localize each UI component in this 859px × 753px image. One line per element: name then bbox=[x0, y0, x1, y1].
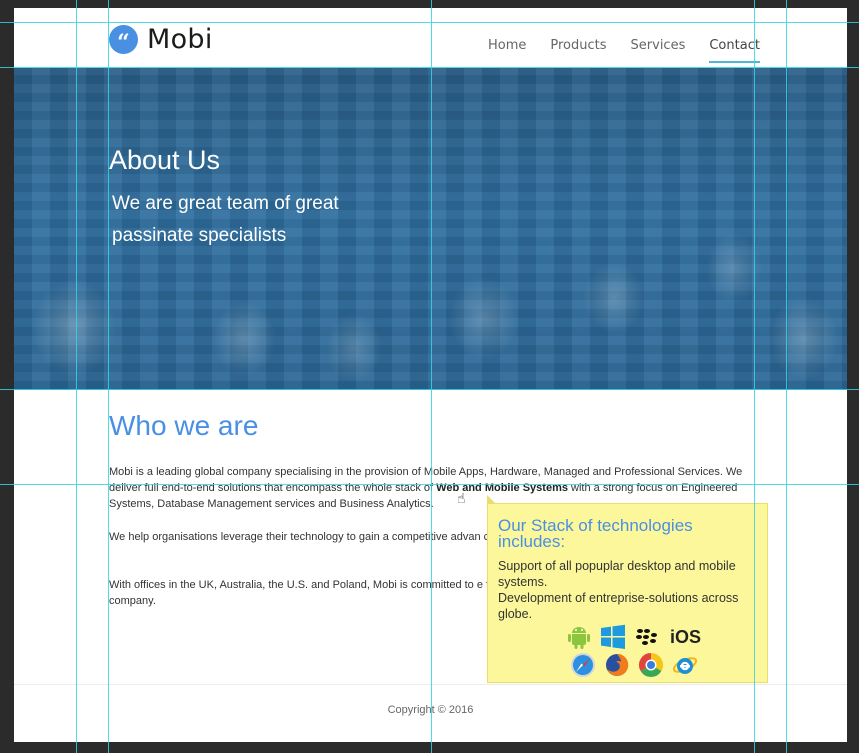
tech-stack-tooltip: Our Stack of technologies includes: Supp… bbox=[487, 495, 768, 683]
internet-explorer-icon bbox=[672, 657, 698, 674]
tooltip-line-1: Support of all popuplar desktop and mobi… bbox=[498, 559, 736, 589]
hero-title: About Us bbox=[109, 145, 221, 175]
android-icon bbox=[568, 627, 590, 649]
guide-line bbox=[108, 0, 109, 753]
main-nav: Home Products Services Contact bbox=[488, 38, 760, 63]
browser-icons-row bbox=[570, 652, 706, 678]
tooltip-line-2: Development of entreprise-solutions acro… bbox=[498, 591, 739, 621]
ios-icon: iOS bbox=[670, 626, 702, 647]
guide-line bbox=[431, 0, 432, 753]
hand-cursor-icon: ☝ bbox=[457, 491, 466, 507]
nav-services[interactable]: Services bbox=[631, 38, 686, 63]
guide-line bbox=[0, 389, 859, 390]
tooltip-title: Our Stack of technologies includes: bbox=[498, 516, 693, 551]
guide-line bbox=[0, 22, 859, 23]
nav-products[interactable]: Products bbox=[550, 38, 606, 63]
os-icons-row: iOS bbox=[566, 624, 701, 650]
nav-home[interactable]: Home bbox=[488, 38, 526, 63]
windows-icon bbox=[601, 624, 625, 649]
logo[interactable]: “ Mobi bbox=[109, 24, 213, 55]
guide-line bbox=[0, 67, 859, 68]
blackberry-icon bbox=[636, 629, 657, 645]
nav-contact[interactable]: Contact bbox=[709, 38, 760, 63]
tooltip-text: Support of all popuplar desktop and mobi… bbox=[498, 558, 760, 622]
chrome-icon bbox=[638, 653, 664, 678]
guide-line bbox=[76, 0, 77, 753]
hero-subtitle: We are great team of great passinate spe… bbox=[112, 193, 339, 246]
safari-icon bbox=[571, 653, 595, 677]
quote-icon: “ bbox=[109, 25, 138, 54]
brand-name: Mobi bbox=[147, 24, 213, 55]
section-title: Who we are bbox=[109, 410, 259, 441]
firefox-icon bbox=[606, 653, 629, 676]
guide-line bbox=[0, 484, 859, 485]
guide-line bbox=[786, 0, 787, 753]
guide-line bbox=[754, 0, 755, 753]
